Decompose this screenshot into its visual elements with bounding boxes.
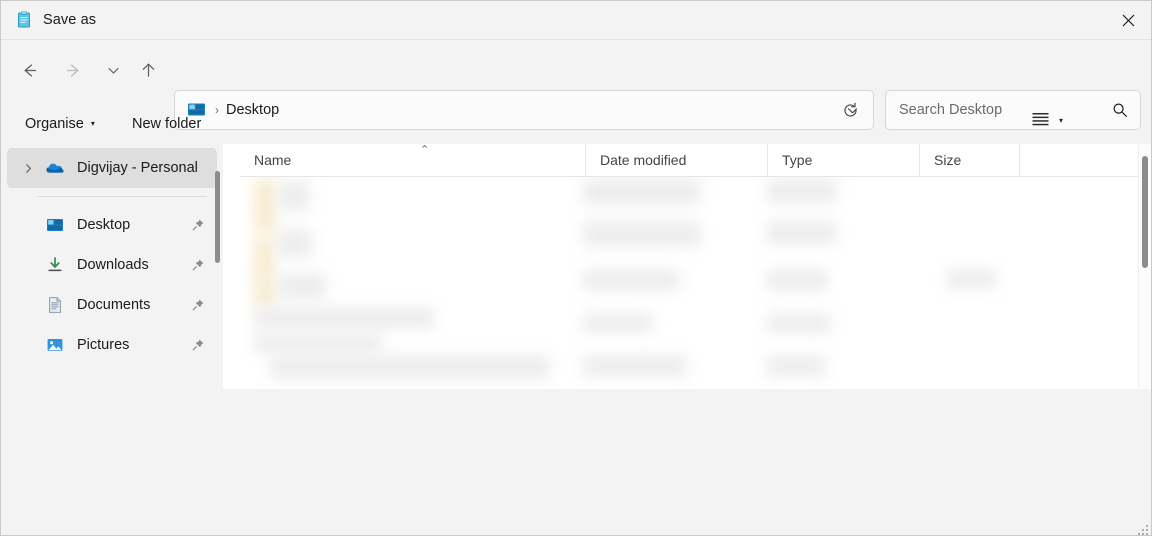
pin-icon[interactable] (191, 218, 205, 232)
sidebar-item-label-downloads: Downloads (77, 257, 149, 273)
onedrive-cloud-icon (45, 158, 65, 178)
column-header-name[interactable]: ⌃ Name (240, 144, 585, 176)
command-bar: Organise ▾ New folder ▾ ? (1, 104, 1151, 237)
file-list-pane: ⌃ Name Date modified Type Size (240, 144, 1151, 389)
downloads-icon (45, 255, 65, 275)
sort-ascending-icon: ⌃ (420, 144, 430, 156)
documents-icon (45, 295, 65, 315)
column-label-date-modified: Date modified (600, 152, 687, 168)
column-label-type: Type (782, 152, 813, 168)
save-form: File name: Save as type: All files (1, 389, 1151, 535)
browser-content: Digvijay - Personal Desktop Downloads Do… (1, 144, 1151, 389)
column-header-type[interactable]: Type (767, 144, 919, 176)
organise-label: Organise (25, 116, 84, 132)
view-options-button[interactable]: ▾ (1031, 111, 1063, 131)
recent-locations-chevron-down-icon[interactable] (96, 53, 130, 87)
file-list-items-blurred[interactable] (240, 177, 1151, 389)
forward-arrow-icon[interactable] (56, 53, 90, 87)
column-label-size: Size (934, 152, 962, 168)
notepad-icon (15, 11, 33, 29)
sidebar-item-desktop[interactable]: Desktop (7, 205, 217, 245)
column-label-name: Name (254, 152, 292, 168)
sidebar-divider (37, 196, 207, 197)
close-button[interactable] (1105, 1, 1151, 39)
chevron-down-icon: ▾ (90, 119, 95, 128)
sidebar-item-onedrive[interactable]: Digvijay - Personal (7, 148, 217, 188)
column-header-row: ⌃ Name Date modified Type Size (240, 144, 1151, 176)
up-arrow-icon[interactable] (131, 53, 165, 87)
save-as-dialog: Save as › Desktop Search Desktop Organis… (0, 0, 1152, 536)
sidebar-item-label-documents: Documents (77, 297, 151, 313)
sidebar-item-downloads[interactable]: Downloads (7, 245, 217, 285)
column-header-size[interactable]: Size (919, 144, 1019, 176)
title-bar: Save as (1, 1, 1151, 39)
navigation-bar: › Desktop (1, 40, 1151, 130)
chevron-right-icon[interactable] (17, 163, 39, 174)
file-list-scrollbar-thumb[interactable] (1142, 156, 1148, 268)
sidebar-item-label-pictures: Pictures (77, 337, 130, 353)
pin-icon[interactable] (191, 258, 205, 272)
desktop-icon (45, 215, 65, 235)
resize-grip[interactable] (1136, 523, 1148, 535)
view-list-icon (1031, 111, 1050, 131)
organise-button[interactable]: Organise ▾ (15, 108, 105, 140)
new-folder-label: New folder (132, 116, 202, 132)
pin-icon[interactable] (191, 338, 205, 352)
pin-icon[interactable] (191, 298, 205, 312)
sidebar-scrollbar-thumb[interactable] (215, 171, 220, 263)
sidebar-item-documents[interactable]: Documents (7, 285, 217, 325)
sidebar-item-label-onedrive: Digvijay - Personal (77, 160, 198, 176)
sidebar-item-label-desktop: Desktop (77, 217, 131, 233)
back-arrow-icon[interactable] (12, 53, 46, 87)
column-header-date-modified[interactable]: Date modified (585, 144, 767, 176)
pictures-icon (45, 335, 65, 355)
new-folder-button[interactable]: New folder (122, 108, 211, 140)
window-title: Save as (43, 12, 97, 28)
column-header-spare[interactable] (1019, 144, 1139, 176)
view-chevron-down-icon: ▾ (1059, 116, 1064, 125)
navigation-pane: Digvijay - Personal Desktop Downloads Do… (1, 144, 223, 389)
sidebar-item-pictures[interactable]: Pictures (7, 325, 217, 365)
